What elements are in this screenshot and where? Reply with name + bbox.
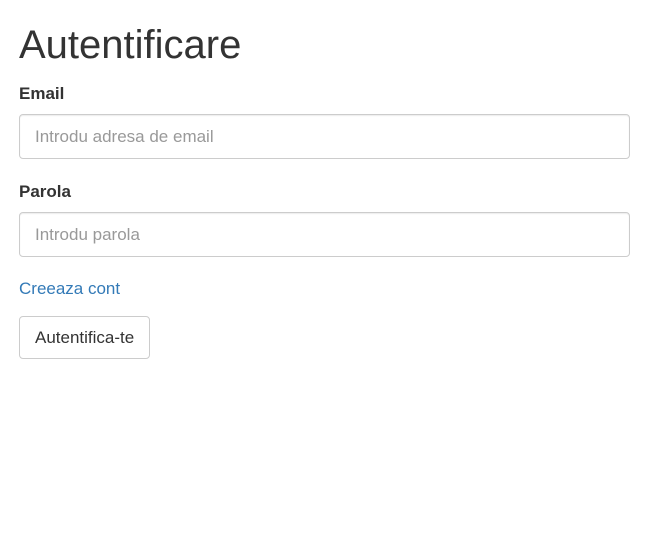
login-page: Autentificare Email Parola Creeaza cont … [0, 0, 649, 359]
password-group: Parola [19, 182, 630, 257]
email-field[interactable] [19, 114, 630, 159]
email-group: Email [19, 84, 630, 159]
password-field[interactable] [19, 212, 630, 257]
login-form: Email Parola Creeaza cont Autentifica-te [19, 84, 630, 359]
login-button[interactable]: Autentifica-te [19, 316, 151, 359]
create-account-link[interactable]: Creeaza cont [19, 278, 120, 300]
password-label: Parola [19, 182, 71, 201]
page-title: Autentificare [19, 23, 242, 67]
email-label: Email [19, 84, 65, 103]
